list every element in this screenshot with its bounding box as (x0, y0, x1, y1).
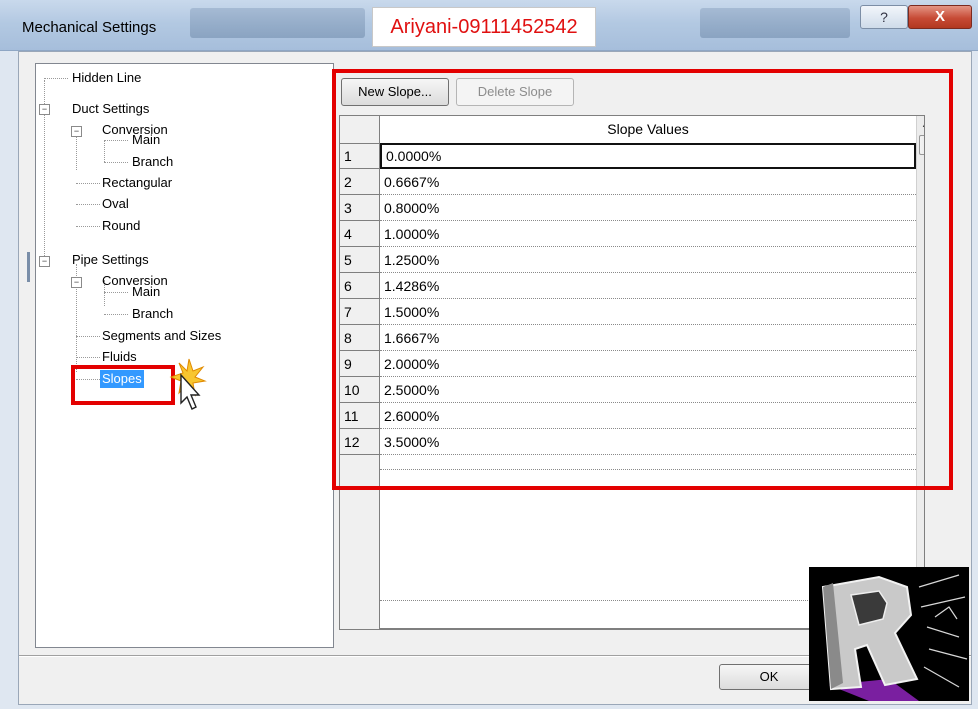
mechanical-settings-dialog: − − − − Hidden Line Duct Settings Conver… (18, 51, 972, 705)
tree-item-oval[interactable]: Oval (102, 195, 129, 213)
tree-connector (76, 204, 100, 205)
tree-connector (104, 314, 128, 315)
watermark-label: Ariyani-09111452542 (372, 7, 596, 47)
ok-button[interactable]: OK (719, 664, 819, 690)
mouse-pointer-icon (169, 358, 207, 410)
tree-item-pipe-branch[interactable]: Branch (132, 305, 173, 323)
tree-connector (104, 140, 128, 141)
title-bar: Mechanical Settings Ariyani-09111452542 … (0, 0, 978, 51)
highlight-box-slopes (71, 365, 175, 405)
background-window-tabs (190, 8, 365, 38)
tree-connector (76, 226, 100, 227)
tree-item-pipe-main[interactable]: Main (132, 283, 160, 301)
collapse-icon[interactable]: − (39, 256, 50, 267)
tree-item-segments-and-sizes[interactable]: Segments and Sizes (102, 327, 221, 345)
tree-connector (76, 336, 100, 337)
revit-logo-icon (809, 567, 969, 701)
tree-connector (104, 162, 128, 163)
collapse-icon[interactable]: − (39, 104, 50, 115)
resize-edge (27, 252, 30, 282)
help-button[interactable]: ? (860, 5, 908, 29)
tree-item-round[interactable]: Round (102, 217, 140, 235)
highlight-box-slope-table (332, 69, 953, 490)
tree-connector (104, 140, 105, 162)
tree-item-duct-branch[interactable]: Branch (132, 153, 173, 171)
tree-connector (76, 183, 100, 184)
tree-connector (76, 357, 100, 358)
tree-item-duct-main[interactable]: Main (132, 131, 160, 149)
tree-connector (104, 292, 128, 293)
settings-tree[interactable]: − − − − Hidden Line Duct Settings Conver… (35, 63, 334, 648)
tree-item-pipe-settings[interactable]: Pipe Settings (72, 251, 149, 269)
window-title: Mechanical Settings (22, 19, 157, 36)
close-button[interactable]: X (908, 5, 972, 29)
tree-item-duct-settings[interactable]: Duct Settings (72, 100, 149, 118)
tree-item-hidden-line[interactable]: Hidden Line (72, 69, 141, 87)
collapse-icon[interactable]: − (71, 126, 82, 137)
tree-connector (44, 78, 68, 79)
tree-item-fluids[interactable]: Fluids (102, 348, 137, 366)
collapse-icon[interactable]: − (71, 277, 82, 288)
tree-item-rectangular[interactable]: Rectangular (102, 174, 172, 192)
background-window-tabs (700, 8, 850, 38)
